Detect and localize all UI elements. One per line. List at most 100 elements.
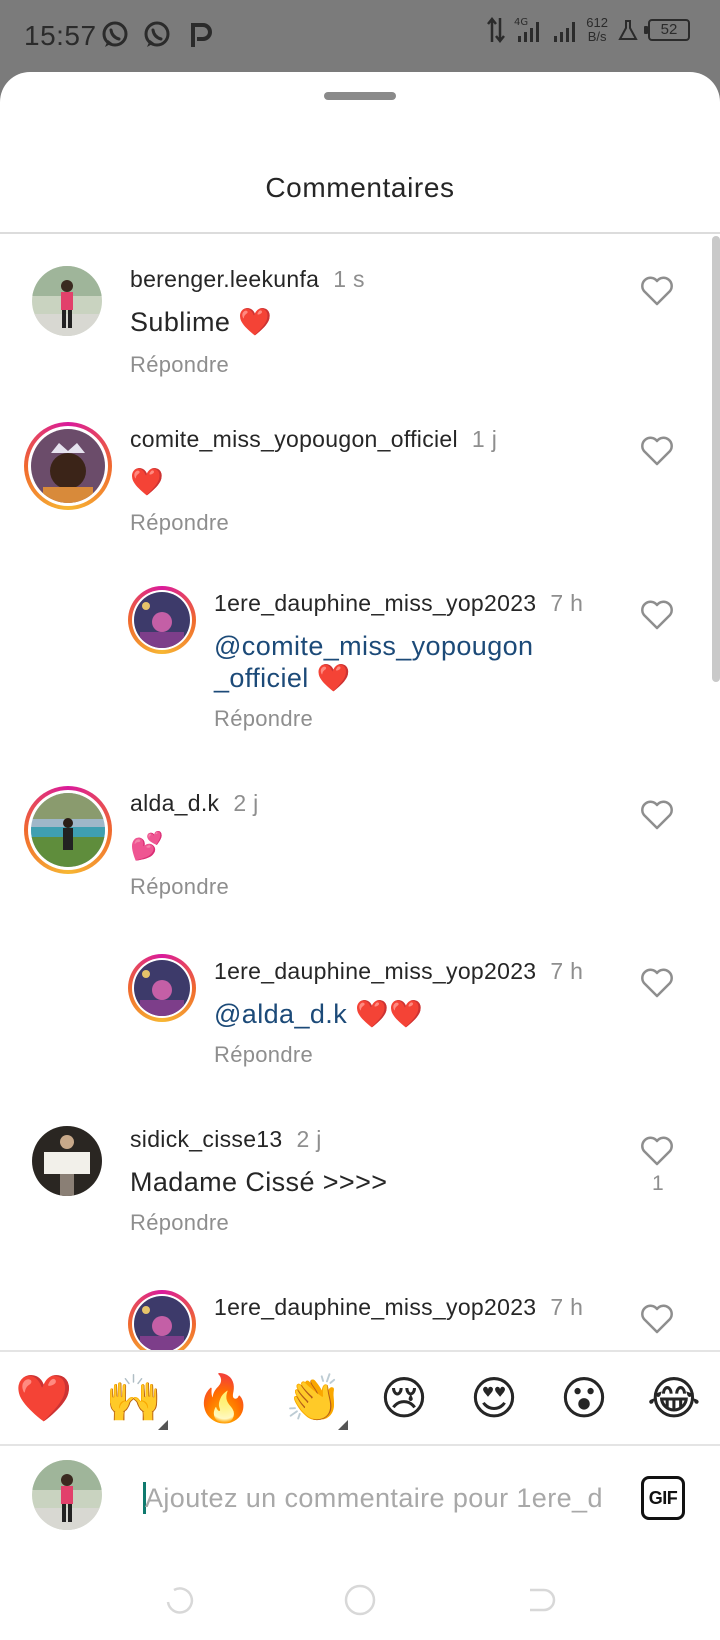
reply-item: 1ere_dauphine_miss_yop2023 7 h @comite_mi… — [0, 586, 720, 756]
comment-text: Madame Cissé >>>> — [130, 1167, 388, 1197]
comment-text: Sublime ❤️ — [130, 307, 273, 337]
reply-button[interactable]: Répondre — [130, 510, 229, 536]
story-ring[interactable] — [24, 422, 112, 510]
status-time: 15:57 — [24, 20, 97, 51]
avatar[interactable] — [32, 266, 102, 336]
heart-icon[interactable] — [640, 800, 674, 830]
emoji-raising-hands[interactable]: 🙌 — [104, 1368, 164, 1428]
comment-meta: 1ere_dauphine_miss_yop2023 7 h — [214, 958, 583, 985]
reply-button[interactable]: Répondre — [130, 874, 229, 900]
network-speed-unit: B/s — [587, 29, 607, 44]
drag-handle[interactable] — [324, 92, 396, 100]
emoji-clapping-hands[interactable]: 👏 — [284, 1368, 344, 1428]
scrollbar[interactable] — [712, 236, 720, 682]
flask-icon — [618, 20, 638, 40]
heart-icon[interactable] — [640, 1136, 674, 1166]
comment-time: 7 h — [550, 1294, 584, 1320]
comments-list[interactable]: berenger.leekunfa 1 s Sublime ❤️ Répondre… — [0, 234, 720, 1422]
comment-text: @alda_d.k ❤️❤️ — [214, 998, 423, 1030]
signal-4g-icon: 4G — [514, 17, 540, 42]
story-ring[interactable] — [128, 1290, 196, 1358]
username[interactable]: alda_d.k — [130, 790, 219, 816]
status-bar: 15:57 4G 612 B/s 52 — [0, 0, 720, 72]
whatsapp-business-icon — [144, 21, 170, 47]
avatar[interactable] — [134, 1296, 190, 1352]
username[interactable]: sidick_cisse13 — [130, 1126, 283, 1152]
home-icon[interactable] — [340, 1580, 380, 1620]
story-ring[interactable] — [128, 954, 196, 1022]
emoji-crying-face[interactable]: 😢 — [374, 1368, 434, 1428]
reply-button[interactable]: Répondre — [214, 706, 313, 732]
comment-time: 7 h — [550, 958, 584, 984]
comment-composer: GIF — [0, 1446, 720, 1560]
story-ring[interactable] — [128, 586, 196, 654]
status-indicators: 4G 612 B/s 52 — [486, 16, 690, 44]
network-speed-value: 612 — [586, 15, 608, 30]
emoji-heart[interactable]: ❤️ — [14, 1368, 74, 1428]
system-nav-bar — [0, 1560, 720, 1640]
comments-sheet: Commentaires berenger.leekunfa 1 s Sublim… — [0, 72, 720, 1640]
comment-input[interactable] — [145, 1476, 615, 1520]
skin-tone-indicator — [158, 1420, 168, 1430]
reply-button[interactable]: Répondre — [214, 1042, 313, 1068]
reply-item: 1ere_dauphine_miss_yop2023 7 h @alda_d.k … — [0, 954, 720, 1094]
comment-item: berenger.leekunfa 1 s Sublime ❤️ Répondre — [0, 254, 720, 394]
emoji-tears-of-joy[interactable]: 😂 — [644, 1368, 704, 1428]
comment-time: 7 h — [550, 590, 584, 616]
recents-icon[interactable] — [160, 1580, 200, 1620]
emoji-heart-eyes[interactable]: 😍 — [464, 1368, 524, 1428]
heart-icon[interactable] — [640, 600, 674, 630]
signal-icon — [554, 22, 576, 42]
comment-meta: berenger.leekunfa 1 s — [130, 266, 365, 293]
avatar[interactable] — [32, 1126, 102, 1196]
sheet-title: Commentaires — [265, 172, 455, 203]
emoji-fire[interactable]: 🔥 — [194, 1368, 254, 1428]
heart-icon[interactable] — [640, 276, 674, 306]
comment-text: 💕 — [130, 831, 165, 861]
battery-indicator: 52 — [644, 19, 690, 41]
own-avatar — [32, 1460, 102, 1530]
comment-time: 1 s — [333, 266, 365, 292]
comment-time: 1 j — [471, 426, 498, 452]
p-app-icon — [191, 23, 212, 47]
comment-text: @comite_miss_yopougon _officiel ❤️ — [214, 630, 533, 694]
avatar[interactable] — [134, 592, 190, 648]
skin-tone-indicator — [338, 1420, 348, 1430]
comment-text: ❤️ — [130, 467, 165, 497]
mention-link[interactable]: @comite_miss_yopougon — [214, 631, 533, 661]
reply-button[interactable]: Répondre — [130, 1210, 229, 1236]
network-speed: 612 B/s — [586, 16, 608, 44]
comment-time: 2 j — [233, 790, 259, 816]
gif-button[interactable]: GIF — [641, 1476, 685, 1520]
comment-item: sidick_cisse13 2 j Madame Cissé >>>> Répo… — [0, 1122, 720, 1262]
avatar[interactable] — [31, 793, 105, 867]
heart-icon[interactable] — [640, 968, 674, 998]
comment-emoji: ❤️ — [308, 663, 351, 693]
comment-meta: 1ere_dauphine_miss_yop2023 7 h — [214, 590, 583, 617]
emoji-surprised-face[interactable]: 😮 — [554, 1368, 614, 1428]
username[interactable]: comite_miss_yopougon_officiel — [130, 426, 458, 452]
emoji-quick-bar: ❤️ 🙌 🔥 👏 😢 😍 😮 😂 — [0, 1350, 720, 1446]
story-ring[interactable] — [24, 786, 112, 874]
back-icon[interactable] — [520, 1580, 560, 1620]
heart-icon[interactable] — [640, 1304, 674, 1334]
comment-meta: 1ere_dauphine_miss_yop2023 7 h — [214, 1294, 583, 1321]
comment-meta: sidick_cisse13 2 j — [130, 1126, 322, 1153]
comment-meta: alda_d.k 2 j — [130, 790, 259, 817]
username[interactable]: 1ere_dauphine_miss_yop2023 — [214, 1294, 536, 1320]
comment-meta: comite_miss_yopougon_officiel 1 j — [130, 426, 497, 453]
avatar[interactable] — [134, 960, 190, 1016]
comment-item: comite_miss_yopougon_officiel 1 j ❤️ Répo… — [0, 422, 720, 562]
data-transfer-icon — [487, 16, 506, 44]
mention-link[interactable]: _officiel — [214, 663, 309, 693]
comment-item: alda_d.k 2 j 💕 Répondre — [0, 786, 720, 926]
username[interactable]: 1ere_dauphine_miss_yop2023 — [214, 590, 536, 616]
like-count: 1 — [652, 1172, 664, 1195]
mention-link[interactable]: @alda_d.k — [214, 999, 347, 1029]
avatar[interactable] — [31, 429, 105, 503]
username[interactable]: berenger.leekunfa — [130, 266, 319, 292]
svg-text:4G: 4G — [514, 17, 528, 28]
username[interactable]: 1ere_dauphine_miss_yop2023 — [214, 958, 536, 984]
heart-icon[interactable] — [640, 436, 674, 466]
reply-button[interactable]: Répondre — [130, 352, 229, 378]
